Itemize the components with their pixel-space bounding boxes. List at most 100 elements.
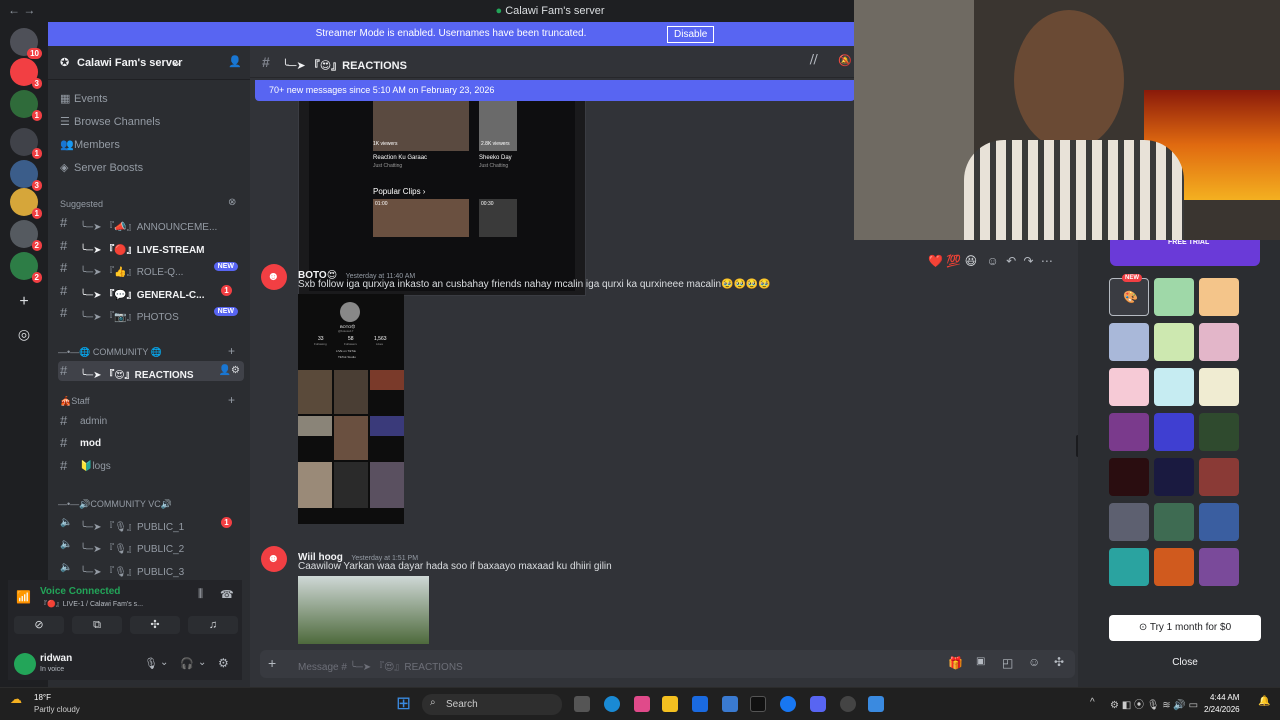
- nav-members[interactable]: 👥Members: [60, 138, 120, 151]
- server-header[interactable]: ✪ Calawi Fam's server ⌄ 👤: [48, 46, 250, 80]
- activities-button[interactable]: ✣: [130, 616, 180, 634]
- disconnect-icon[interactable]: ☎: [220, 588, 234, 601]
- forward-icon[interactable]: ↷: [1023, 254, 1033, 268]
- add-reaction-icon[interactable]: ☺: [986, 254, 998, 268]
- new-messages-bar[interactable]: 70+ new messages since 5:10 AM on Februa…: [255, 80, 855, 101]
- try-trial-button[interactable]: ⊙ Try 1 month for $0: [1109, 615, 1261, 641]
- voice-channel-public-2[interactable]: 🔈 ╰─➤ 『🎙』PUBLIC_2: [58, 535, 244, 555]
- channel-logs[interactable]: # 🔰logs: [58, 456, 244, 476]
- disable-button[interactable]: Disable: [667, 26, 715, 43]
- channel-live-stream[interactable]: # ╰─➤ 『🔴』LIVE-STREAM: [58, 236, 244, 256]
- theme-swatch[interactable]: [1154, 413, 1194, 451]
- discord-taskbar-icon[interactable]: [810, 696, 826, 712]
- clock-date[interactable]: 2/24/2026: [1204, 705, 1240, 714]
- channel-admin[interactable]: # admin: [58, 411, 244, 431]
- channel-role[interactable]: # ╰─➤ 『👍』ROLE-Q... NEW: [58, 258, 244, 278]
- voice-channel-name[interactable]: 『🔴』LIVE-1 / Calawi Fam's s...: [40, 599, 143, 609]
- heart-reaction[interactable]: ❤️: [928, 254, 943, 268]
- avatar[interactable]: [14, 653, 36, 675]
- chevron-down-icon[interactable]: ⌄: [198, 657, 206, 668]
- voice-channel-public-3[interactable]: 🔈 ╰─➤ 『🎙』PUBLIC_3: [58, 558, 244, 578]
- category-staff[interactable]: 🎪Staff: [60, 396, 90, 407]
- theme-swatch[interactable]: [1109, 548, 1149, 586]
- category-community-vc[interactable]: —•—🔊COMMUNITY VC🔊: [58, 499, 172, 510]
- apps-icon[interactable]: ✣: [1054, 655, 1064, 669]
- channel-mod[interactable]: # mod: [58, 433, 244, 453]
- nav-server-boosts[interactable]: ◈ Server Boosts: [60, 161, 143, 174]
- notification-icon[interactable]: 🔔: [1258, 696, 1270, 707]
- theme-swatch[interactable]: [1199, 368, 1239, 406]
- server-icon[interactable]: 1: [10, 188, 42, 219]
- reply-icon[interactable]: ↶: [1006, 254, 1016, 268]
- threads-icon[interactable]: ⧸⧸: [810, 54, 817, 67]
- theme-swatch[interactable]: [1154, 323, 1194, 361]
- server-icon[interactable]: 3: [10, 58, 42, 89]
- facebook-icon[interactable]: [780, 696, 796, 712]
- discover-icon[interactable]: ◎: [10, 320, 38, 348]
- clock-time[interactable]: 4:44 AM: [1210, 693, 1239, 702]
- message-image[interactable]: [298, 576, 429, 644]
- add-channel-icon[interactable]: +: [228, 393, 235, 407]
- close-button[interactable]: Close: [1109, 650, 1261, 676]
- voice-channel-public-1[interactable]: 🔈 ╰─➤ 『🎙』PUBLIC_1 1: [58, 513, 244, 533]
- channel-reactions-active[interactable]: # ╰─➤ 『😍』REACTIONS 👤⚙: [58, 361, 244, 381]
- server-icon[interactable]: 1: [10, 90, 42, 121]
- sticker-icon[interactable]: ◰: [1002, 656, 1013, 670]
- message-input[interactable]: Message # ╰─➤ 『😍』REACTIONS: [298, 658, 463, 673]
- close-icon[interactable]: ⊗: [228, 197, 236, 208]
- theme-swatch[interactable]: [1199, 323, 1239, 361]
- chevron-down-icon[interactable]: ⌄: [160, 657, 168, 668]
- gif-icon[interactable]: ▣: [976, 656, 985, 667]
- swatch-custom[interactable]: 🎨: [1109, 278, 1149, 316]
- noise-icon[interactable]: ⫼: [198, 588, 203, 601]
- emoji-icon[interactable]: ☺: [1028, 655, 1040, 669]
- mute-icon[interactable]: 🔕: [838, 54, 852, 67]
- invite-icon[interactable]: 👤: [228, 55, 242, 68]
- camera-off-button[interactable]: ⊘: [14, 616, 64, 634]
- theme-swatch[interactable]: [1109, 323, 1149, 361]
- obs-icon[interactable]: [840, 696, 856, 712]
- theme-swatch[interactable]: [1154, 503, 1194, 541]
- channel-announcements[interactable]: # ╰─➤ 『📣』ANNOUNCEME...: [58, 213, 244, 233]
- more-icon[interactable]: ⋯: [1041, 254, 1053, 268]
- gear-icon[interactable]: ⚙: [218, 656, 229, 670]
- tiktok-icon[interactable]: [750, 696, 766, 712]
- theme-swatch[interactable]: [1199, 413, 1239, 451]
- add-channel-icon[interactable]: +: [228, 344, 235, 358]
- theme-swatch[interactable]: [1154, 278, 1194, 316]
- server-icon[interactable]: 3: [10, 160, 42, 191]
- gift-icon[interactable]: 🎁: [948, 656, 963, 670]
- task-view-icon[interactable]: [574, 696, 590, 712]
- theme-swatch[interactable]: [1109, 413, 1149, 451]
- theme-swatch[interactable]: [1199, 548, 1239, 586]
- channel-photos[interactable]: # ╰─➤ 『📷』PHOTOS NEW: [58, 303, 244, 323]
- theme-swatch[interactable]: [1199, 278, 1239, 316]
- defender-icon[interactable]: [868, 696, 884, 712]
- channel-general[interactable]: # ╰─➤ 『💬』GENERAL-C... 1: [58, 281, 244, 301]
- laugh-reaction[interactable]: 😆: [965, 254, 978, 268]
- app-icon[interactable]: [722, 696, 738, 712]
- settings-gear-icon[interactable]: 👤⚙: [219, 365, 240, 376]
- theme-swatch[interactable]: [1109, 458, 1149, 496]
- soundboard-button[interactable]: ♫: [188, 616, 238, 634]
- add-attachment-icon[interactable]: +: [268, 655, 276, 671]
- nav-browse-channels[interactable]: ☰ Browse Channels: [60, 115, 160, 128]
- edge-icon[interactable]: [604, 696, 620, 712]
- screen-share-button[interactable]: ⧉: [72, 616, 122, 634]
- tray-chevron-icon[interactable]: ^: [1090, 697, 1095, 708]
- microphone-icon[interactable]: 🎙: [144, 657, 158, 670]
- avatar[interactable]: ☻: [261, 546, 287, 572]
- message-composer[interactable]: + Message # ╰─➤ 『😍』REACTIONS 🎁 ▣ ◰ ☺ ✣: [260, 650, 1075, 678]
- weather-desc[interactable]: Partly cloudy: [34, 705, 80, 714]
- nav-events[interactable]: ▦ Events: [60, 92, 108, 105]
- file-explorer-icon[interactable]: [662, 696, 678, 712]
- avatar[interactable]: ☻: [261, 264, 287, 290]
- hundred-reaction[interactable]: 💯: [946, 254, 961, 268]
- windows-start-icon[interactable]: ⊞: [396, 693, 411, 714]
- tray-icons[interactable]: ⚙ ◧ ⦿ 🎙 ≋ 🔊 ▭: [1110, 696, 1198, 711]
- add-server-icon[interactable]: +: [10, 288, 38, 316]
- server-icon[interactable]: 1: [10, 128, 42, 159]
- theme-swatch[interactable]: [1154, 458, 1194, 496]
- copilot-icon[interactable]: [634, 696, 650, 712]
- theme-swatch[interactable]: [1199, 458, 1239, 496]
